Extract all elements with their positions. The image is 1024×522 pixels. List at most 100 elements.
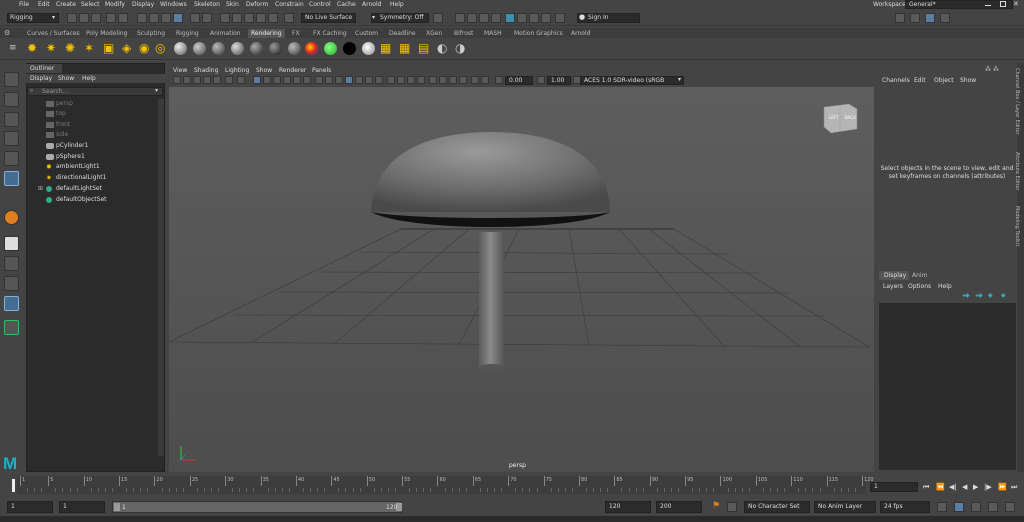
layer-list[interactable] <box>879 303 1016 470</box>
lambert-icon[interactable] <box>193 42 206 55</box>
settings-icon[interactable] <box>1005 502 1015 512</box>
command-line[interactable] <box>0 516 1024 522</box>
menu-arnold[interactable]: Arnold <box>362 1 381 8</box>
sign-in-button[interactable]: Sign In <box>577 13 640 23</box>
toggle-channel-box-icon[interactable] <box>925 13 935 23</box>
white-shader-icon[interactable] <box>362 42 375 55</box>
outliner-item[interactable]: defaultObjectSet <box>56 196 107 203</box>
camera-attributes-icon[interactable] <box>183 76 191 84</box>
go-to-start-icon[interactable]: ⏮ <box>923 483 929 492</box>
gamma-field[interactable]: 1.00 <box>547 76 571 85</box>
tab-anim-layers[interactable]: Anim <box>912 271 927 280</box>
outliner-menu-display[interactable]: Display <box>30 75 52 82</box>
playback-range-bar[interactable] <box>112 501 402 513</box>
toggle-attribute-editor-icon[interactable] <box>910 13 920 23</box>
save-scene-icon[interactable] <box>91 13 101 23</box>
channel-menu-channels[interactable]: Channels <box>882 77 910 84</box>
animation-end-field[interactable]: 200 <box>656 501 702 513</box>
toggle-modeling-toolkit-icon[interactable] <box>895 13 905 23</box>
single-pane-layout-icon[interactable] <box>4 236 19 251</box>
gate-mask-icon[interactable] <box>273 76 281 84</box>
viewport-menu-lighting[interactable]: Lighting <box>225 67 249 74</box>
view-transform-select[interactable]: ACES 1.0 SDR-video (sRGB <box>580 76 684 85</box>
outliner-scrollbar[interactable] <box>158 99 164 456</box>
animation-start-field[interactable]: 1 <box>7 501 53 513</box>
phong-icon[interactable] <box>212 42 225 55</box>
film-gate-icon[interactable] <box>253 76 261 84</box>
outliner-item[interactable]: pSphere1 <box>56 153 85 160</box>
new-scene-icon[interactable] <box>67 13 77 23</box>
outliner-item[interactable]: persp <box>56 100 73 107</box>
spot-light-icon[interactable]: ✶ <box>84 42 97 55</box>
lasso-tool-icon[interactable] <box>4 92 19 107</box>
tab-sculpting[interactable]: Sculpting <box>134 29 168 38</box>
select-tool-icon[interactable] <box>4 72 19 87</box>
layer-menu-help[interactable]: Help <box>938 283 952 290</box>
outliner-item[interactable]: front <box>56 121 70 128</box>
tab-xgen[interactable]: XGen <box>423 29 445 38</box>
two-d-pan-icon[interactable] <box>213 76 221 84</box>
viewport-3d[interactable] <box>169 87 874 472</box>
use-all-lights-icon[interactable] <box>365 76 373 84</box>
toggle-tool-settings-icon[interactable] <box>940 13 950 23</box>
viewport-menu-show[interactable]: Show <box>256 67 272 74</box>
two-pane-layout-icon[interactable] <box>4 276 19 291</box>
menu-skin[interactable]: Skin <box>226 1 239 8</box>
menu-file[interactable]: File <box>19 1 29 8</box>
render-frame-shelf-icon[interactable]: ▦ <box>380 42 393 55</box>
textured-icon[interactable] <box>355 76 363 84</box>
selection-mask-icon[interactable] <box>190 13 200 23</box>
hypershade-icon[interactable] <box>505 13 515 23</box>
phong-e-icon[interactable] <box>231 42 244 55</box>
outliner-title[interactable]: Outliner <box>26 64 62 73</box>
tab-fx[interactable]: FX <box>289 29 303 38</box>
motion-blur-icon[interactable] <box>397 76 405 84</box>
layered-shader-icon[interactable] <box>269 42 282 55</box>
tab-motion-graphics[interactable]: Motion Graphics <box>511 29 566 38</box>
render-view-shelf-icon[interactable]: ◑ <box>455 42 468 55</box>
menu-windows[interactable]: Windows <box>160 1 187 8</box>
resolution-gate-icon[interactable] <box>263 76 271 84</box>
wireframe-icon[interactable] <box>315 76 323 84</box>
black-shader-icon[interactable] <box>343 42 356 55</box>
camera-icon[interactable]: ◉ <box>139 42 152 55</box>
tab-bifrost[interactable]: Bifrost <box>451 29 476 38</box>
open-scene-icon[interactable] <box>79 13 89 23</box>
play-forward-icon[interactable]: ▶ <box>973 483 978 491</box>
step-forward-frame-icon[interactable]: |▶ <box>984 483 992 491</box>
outliner-item[interactable]: side <box>56 131 68 138</box>
xray-active-icon[interactable] <box>449 76 457 84</box>
tab-curves-surfaces[interactable]: Curves / Surfaces <box>24 29 83 38</box>
new-layer-selected-icon[interactable]: ◆ <box>1001 292 1006 299</box>
close-icon[interactable]: ✕ <box>1013 0 1019 8</box>
move-tool-icon[interactable] <box>4 131 19 146</box>
step-forward-key-icon[interactable]: ⏩ <box>998 483 1007 491</box>
tab-display-layers[interactable]: Display <box>879 271 909 280</box>
tab-mash[interactable]: MASH <box>481 29 505 38</box>
play-backward-icon[interactable]: ◀ <box>962 483 967 491</box>
menu-edit[interactable]: Edit <box>38 1 50 8</box>
symmetry-select[interactable]: Symmetry: Off <box>371 13 429 23</box>
channel-menu-show[interactable]: Show <box>960 77 976 84</box>
minimize-icon[interactable] <box>985 1 991 6</box>
shelf-options-icon[interactable]: ⚙ <box>4 29 10 37</box>
outliner-item[interactable]: defaultLightSet <box>56 185 102 192</box>
surface-shader-icon[interactable] <box>324 42 337 55</box>
snap-curve-icon[interactable] <box>232 13 242 23</box>
snap-plane-icon[interactable] <box>256 13 266 23</box>
xray-icon[interactable] <box>439 76 447 84</box>
render-view-icon[interactable] <box>455 13 465 23</box>
character-set-select[interactable]: No Character Set <box>744 501 810 513</box>
expand-icon[interactable]: ⊞ <box>38 185 43 192</box>
playback-end-field[interactable]: 120 <box>605 501 651 513</box>
view-cube-back-label[interactable]: BACK <box>845 115 856 120</box>
smooth-wireframe-icon[interactable] <box>481 76 489 84</box>
layer-menu-options[interactable]: Options <box>908 283 931 290</box>
default-material-icon[interactable] <box>345 76 353 84</box>
chevron-down-icon[interactable]: ▾ <box>155 87 158 94</box>
select-object-icon[interactable] <box>149 13 159 23</box>
outliner-layout-icon[interactable] <box>4 296 19 311</box>
symmetry-toggle-icon[interactable] <box>433 13 443 23</box>
workspace-select[interactable]: General* <box>905 0 1013 9</box>
shelf-menu-icon[interactable]: ≡ <box>9 43 17 53</box>
